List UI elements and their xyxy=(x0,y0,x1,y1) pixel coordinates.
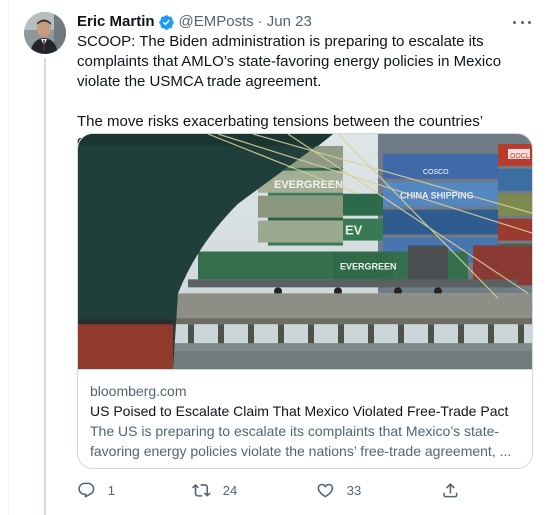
avatar-photo xyxy=(24,12,66,54)
more-icon[interactable] xyxy=(513,15,531,29)
timeline-border xyxy=(8,0,9,515)
author-handle[interactable]: @EMPosts xyxy=(179,12,254,32)
retweet-button[interactable]: 24 xyxy=(192,479,237,501)
card-image-container-label: EVERGREEN xyxy=(274,179,343,191)
avatar[interactable] xyxy=(24,12,66,54)
tweet-actions: 1 24 33 xyxy=(77,479,467,501)
reply-count: 1 xyxy=(107,482,115,498)
header-separator: · xyxy=(257,13,263,30)
tweet-header: Eric Martin @EMPosts · Jun 23 xyxy=(77,12,537,32)
card-body[interactable]: bloomberg.com US Poised to Escalate Clai… xyxy=(78,371,532,468)
reply-icon xyxy=(78,482,95,498)
share-button[interactable] xyxy=(441,479,460,501)
like-count: 33 xyxy=(346,482,362,498)
card-title: US Poised to Escalate Claim That Mexico … xyxy=(90,403,509,419)
share-icon xyxy=(443,482,458,498)
retweet-icon xyxy=(192,483,211,497)
tweet-paragraph: SCOOP: The Biden administration is prepa… xyxy=(77,33,502,90)
card-image-container-label: OOCL xyxy=(510,153,530,160)
link-card[interactable]: OOCL CHINA SHIPPING COSCO EV EVERGREEN E… xyxy=(77,133,533,469)
card-image-container-label: CHINA SHIPPING xyxy=(400,191,474,201)
reply-button[interactable]: 1 xyxy=(77,479,115,501)
card-domain: bloomberg.com xyxy=(90,383,187,399)
author-name[interactable]: Eric Martin xyxy=(77,12,155,32)
card-image-container-label: EVERGREEN xyxy=(340,261,396,271)
card-image-container-label: EV xyxy=(345,223,363,238)
card-image[interactable]: OOCL CHINA SHIPPING COSCO EV EVERGREEN E… xyxy=(78,134,533,370)
card-image-container-label: COSCO xyxy=(423,169,449,176)
thread-connector-line xyxy=(44,58,46,515)
like-button[interactable]: 33 xyxy=(316,479,361,501)
card-description: The US is preparing to escalate its comp… xyxy=(90,423,512,459)
heart-icon xyxy=(317,483,334,498)
tweet-date[interactable]: Jun 23 xyxy=(267,12,312,32)
retweet-count: 24 xyxy=(222,482,238,498)
verified-badge-icon xyxy=(158,14,174,30)
